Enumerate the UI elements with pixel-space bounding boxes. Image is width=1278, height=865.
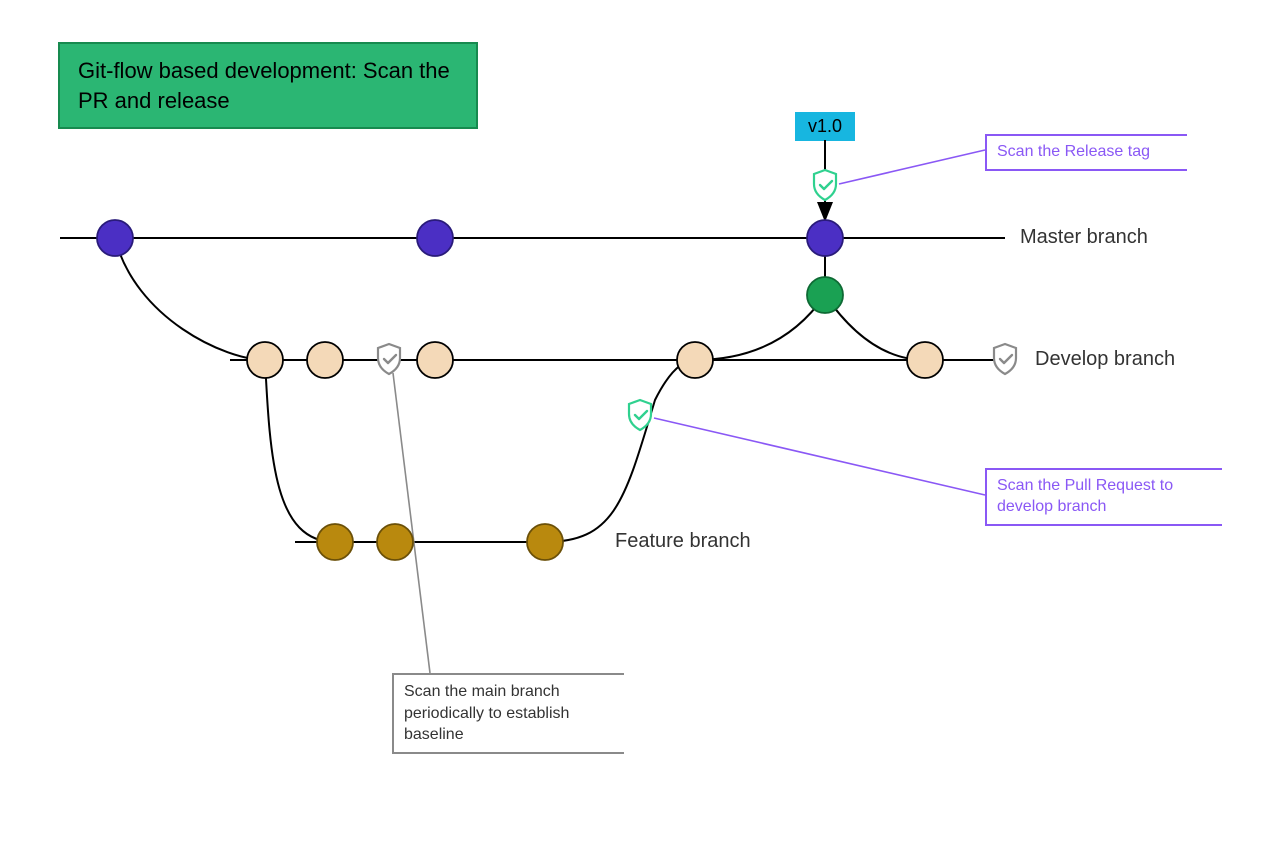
develop-commit (907, 342, 943, 378)
shield-icon-release (814, 170, 836, 200)
feature-commit (527, 524, 563, 560)
diagram-canvas (0, 0, 1278, 865)
release-merge-commit (807, 277, 843, 313)
feature-commit (317, 524, 353, 560)
master-commit (807, 220, 843, 256)
connector-pr-callout (654, 418, 985, 495)
curve-master-to-develop (115, 238, 265, 360)
feature-commit (377, 524, 413, 560)
develop-commit (677, 342, 713, 378)
shield-icon-develop-end (994, 344, 1016, 374)
master-commit (417, 220, 453, 256)
master-commit (97, 220, 133, 256)
curve-develop-to-release-up (695, 295, 825, 360)
curve-feature-to-develop (545, 360, 695, 542)
develop-commit (307, 342, 343, 378)
develop-commit (417, 342, 453, 378)
connector-baseline-callout (393, 373, 430, 673)
develop-commit (247, 342, 283, 378)
connector-release-callout (839, 150, 985, 184)
shield-icon-develop-baseline (378, 344, 400, 374)
curve-develop-to-feature (265, 360, 335, 542)
